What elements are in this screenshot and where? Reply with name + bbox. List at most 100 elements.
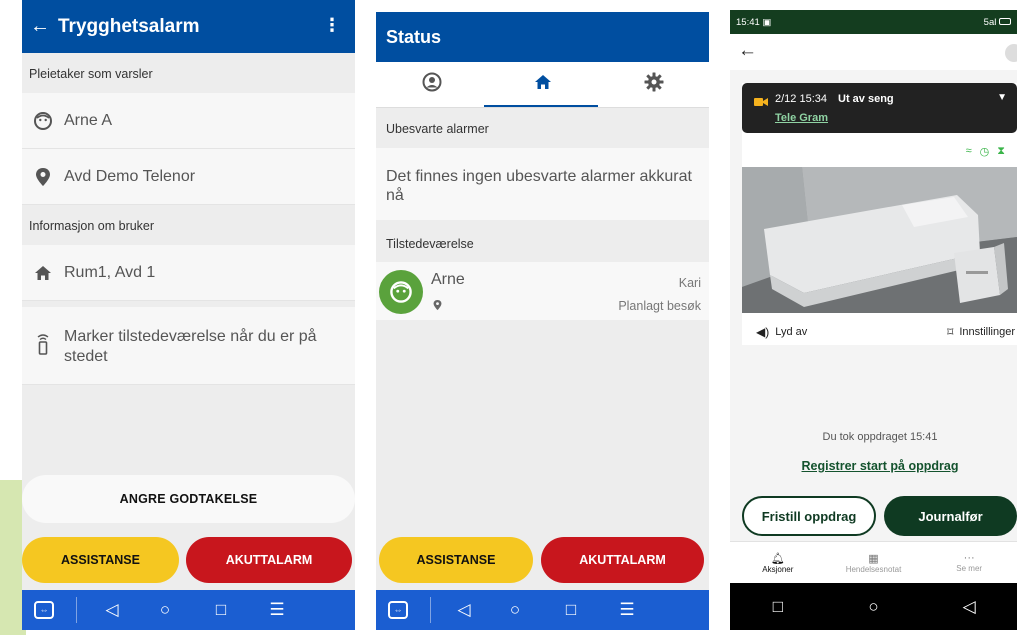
- page-title: Trygghetsalarm: [58, 15, 200, 37]
- register-start-link[interactable]: Registrer start på oppdrag: [730, 459, 1017, 473]
- remote-control-icon[interactable]: ⇔: [376, 601, 420, 619]
- alarm-header[interactable]: 2/12 15:34 Ut av seng ▼ Tele Gram: [742, 83, 1017, 133]
- face-icon: [22, 111, 64, 131]
- app-header: ←: [730, 34, 1017, 70]
- location-name: Avd Demo Telenor: [64, 167, 196, 185]
- patient-row[interactable]: Arne A: [22, 93, 355, 149]
- home-circle-icon[interactable]: ○: [826, 597, 922, 617]
- alarm-source-link[interactable]: Tele Gram: [775, 112, 828, 124]
- bell-icon: 🔔︎: [770, 552, 785, 565]
- section-header-user-info: Informasjon om bruker: [29, 219, 155, 233]
- home-icon: [22, 265, 64, 281]
- dropdown-arrow-icon[interactable]: ▼: [997, 92, 1007, 103]
- location-pin-icon: [22, 167, 64, 187]
- journal-button[interactable]: Journalfør: [884, 496, 1017, 536]
- tab-label: Se mer: [956, 564, 983, 573]
- settings-frame-icon: ⌑: [947, 325, 954, 339]
- avatar[interactable]: [1005, 44, 1017, 62]
- arrow-left-icon[interactable]: ←: [738, 40, 757, 62]
- tab-event-note[interactable]: ▦ Hendelsesnotat: [826, 542, 922, 583]
- alarm-card: 2/12 15:34 Ut av seng ▼ Tele Gram ≈ ◷ ⧗: [742, 83, 1017, 345]
- system-navigation-bar: ⇔ ◁ ○ □ ☰: [376, 590, 709, 630]
- system-navigation-bar: ⇔ ◁ ○ □ ☰: [22, 590, 355, 630]
- home-circle-icon[interactable]: ○: [137, 600, 193, 620]
- lock-icon: ▣: [762, 16, 772, 28]
- tab-label: Aksjoner: [762, 564, 794, 574]
- battery-icon: [999, 18, 1011, 26]
- tab-home[interactable]: [487, 62, 598, 107]
- tab-label: Hendelsesnotat: [845, 564, 902, 574]
- calendar-icon: ▦: [868, 552, 879, 565]
- arrow-left-icon[interactable]: ←: [22, 15, 58, 38]
- alarm-type: Ut av seng: [838, 93, 894, 105]
- back-triangle-icon[interactable]: ◁: [87, 600, 137, 620]
- phone-screen-assignment: 15:41 ▣ 5al ← 2/12 15:34 Ut av seng ▼ Te…: [730, 10, 1017, 630]
- system-navigation-bar: □ ○ ◁: [730, 583, 1017, 630]
- active-tab-indicator: [484, 105, 598, 107]
- release-assignment-button[interactable]: Fristill oppdrag: [742, 496, 876, 536]
- status-time: 15:41: [736, 16, 760, 28]
- camera-settings-button[interactable]: ⌑ Innstillinger: [947, 325, 1015, 339]
- clock-icon: ◷: [979, 146, 990, 158]
- phone-screen-status: Status Ubesvarte alarmer Det finnes inge…: [376, 12, 709, 630]
- sound-label: Lyd av: [775, 326, 808, 338]
- presence-staff: Kari: [678, 276, 701, 290]
- menu-lines-icon[interactable]: ☰: [599, 600, 655, 620]
- home-circle-icon[interactable]: ○: [487, 600, 543, 620]
- sound-toggle[interactable]: ◀) Lyd av: [756, 325, 807, 339]
- presence-row[interactable]: Marker tilstedeværelse når du er på sted…: [22, 307, 355, 385]
- location-row[interactable]: Avd Demo Telenor: [22, 149, 355, 205]
- unanswered-message: Det finnes ingen ubesvarte alarmer akkur…: [376, 148, 709, 220]
- room-row[interactable]: Rum1, Avd 1: [22, 245, 355, 301]
- presence-status: Planlagt besøk: [618, 299, 701, 313]
- phone-screen-safety-alarm: ← Trygghetsalarm ⋮ Pleietaker som varsle…: [22, 0, 355, 630]
- avatar: [379, 270, 423, 314]
- assignment-time-text: Du tok oppdraget 15:41: [822, 431, 938, 443]
- assist-button[interactable]: ASSISTANSE: [22, 537, 179, 583]
- back-triangle-icon[interactable]: ◁: [441, 600, 487, 620]
- assist-button[interactable]: ASSISTANSE: [379, 537, 533, 583]
- tab-account[interactable]: [376, 62, 487, 107]
- divider: [430, 597, 431, 623]
- settings-label: Innstillinger: [959, 326, 1015, 338]
- video-camera-icon: [754, 94, 768, 112]
- bottom-tab-bar: 🔔︎ Aksjoner ▦ Hendelsesnotat ··· Se mer: [730, 541, 1017, 583]
- section-header-patient: Pleietaker som varsler: [29, 67, 153, 81]
- section-header-presence: Tilstedeværelse: [386, 237, 474, 251]
- account-icon: [422, 72, 442, 97]
- more-vert-icon[interactable]: ⋮: [323, 16, 341, 34]
- recents-square-icon[interactable]: □: [543, 600, 599, 620]
- tab-actions[interactable]: 🔔︎ Aksjoner: [730, 542, 826, 583]
- speaker-icon: ◀): [756, 325, 770, 339]
- section-header-unanswered: Ubesvarte alarmer: [386, 122, 489, 136]
- nfc-tag-icon: [22, 327, 64, 355]
- alarm-time: 2/12 15:34: [775, 93, 827, 105]
- emergency-alarm-button[interactable]: AKUTTALARM: [541, 537, 704, 583]
- home-icon: [534, 74, 552, 95]
- presence-hint: Marker tilstedeværelse når du er på sted…: [64, 328, 317, 365]
- status-icons: ≈ ◷ ⧗: [966, 145, 1005, 158]
- recents-square-icon[interactable]: □: [193, 600, 249, 620]
- remote-control-icon[interactable]: ⇔: [22, 601, 66, 619]
- wifi-icon: ≈: [965, 145, 972, 157]
- presence-list-item[interactable]: Arne Kari Planlagt besøk: [376, 262, 709, 320]
- hourglass-icon: ⧗: [997, 145, 1005, 157]
- undo-accept-button[interactable]: ANGRE GODTAKELSE: [22, 475, 355, 523]
- back-triangle-icon[interactable]: ◁: [921, 597, 1017, 617]
- presence-name: Arne: [431, 271, 465, 288]
- tab-bar: [376, 62, 709, 108]
- page-title: Status: [386, 26, 442, 47]
- emergency-alarm-button[interactable]: AKUTTALARM: [186, 537, 352, 583]
- room-name: Rum1, Avd 1: [64, 263, 156, 281]
- app-bar: ← Trygghetsalarm ⋮: [22, 0, 355, 53]
- status-bar: 15:41 ▣ 5al: [730, 10, 1017, 34]
- menu-lines-icon[interactable]: ☰: [249, 600, 305, 620]
- status-signal: 5al: [983, 16, 997, 28]
- patient-name: Arne A: [64, 111, 113, 129]
- recents-square-icon[interactable]: □: [730, 597, 826, 617]
- tab-more[interactable]: ··· Se mer: [921, 542, 1017, 583]
- face-icon: [390, 281, 412, 303]
- more-horiz-icon: ···: [963, 552, 975, 564]
- tab-settings[interactable]: [598, 62, 709, 107]
- settings-icon: [644, 72, 664, 97]
